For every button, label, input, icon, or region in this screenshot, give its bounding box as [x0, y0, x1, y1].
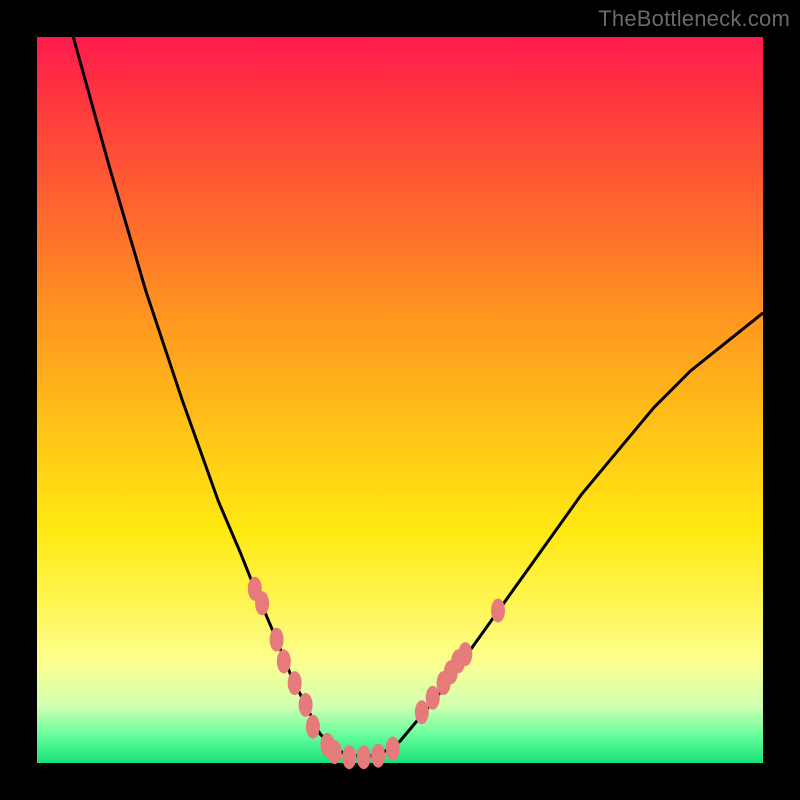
data-point	[342, 745, 356, 769]
data-point	[371, 744, 385, 768]
data-point	[491, 599, 505, 623]
data-point	[306, 715, 320, 739]
data-point	[458, 642, 472, 666]
data-point	[328, 740, 342, 764]
data-point	[288, 671, 302, 695]
plot-area	[37, 37, 763, 763]
chart-frame: TheBottleneck.com	[0, 0, 800, 800]
bottleneck-curve	[37, 37, 763, 763]
data-point	[270, 628, 284, 652]
data-point	[255, 591, 269, 615]
data-point	[277, 649, 291, 673]
data-point	[426, 686, 440, 710]
data-point	[386, 737, 400, 761]
watermark-text: TheBottleneck.com	[598, 6, 790, 32]
data-point	[299, 693, 313, 717]
data-point	[357, 745, 371, 769]
